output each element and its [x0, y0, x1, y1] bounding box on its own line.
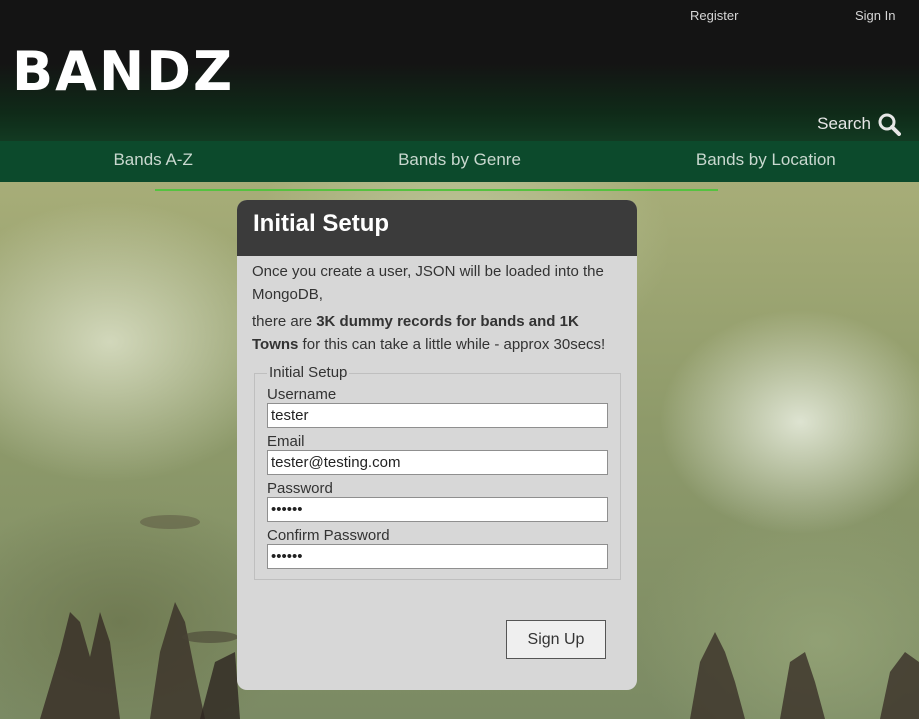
intro-text: Once you create a user, JSON will be loa…	[252, 263, 604, 303]
panel-header: Initial Setup	[237, 200, 637, 256]
email-field[interactable]: tester@testing.com	[267, 450, 608, 475]
initial-setup-panel: Initial Setup Once you create a user, JS…	[237, 200, 637, 690]
fieldset-legend: Initial Setup	[269, 364, 348, 381]
main-nav: Bands A-Z Bands by Genre Bands by Locati…	[0, 141, 919, 182]
confirm-password-field[interactable]: ••••••	[267, 544, 608, 569]
search-label: Search	[817, 114, 871, 133]
search-button[interactable]: Search	[817, 112, 901, 136]
note-prefix: there are	[252, 313, 317, 330]
username-label: Username	[267, 386, 337, 403]
note-suffix: for this can take a little while - appro…	[298, 336, 606, 353]
password-field[interactable]: ••••••	[267, 497, 608, 522]
nav-bands-by-genre[interactable]: Bands by Genre	[306, 141, 612, 182]
email-label: Email	[267, 433, 305, 450]
register-link[interactable]: Register	[690, 8, 738, 23]
sign-up-button[interactable]: Sign Up	[506, 620, 606, 659]
nav-bands-az[interactable]: Bands A-Z	[0, 141, 306, 182]
nav-bands-by-location[interactable]: Bands by Location	[613, 141, 919, 182]
password-label: Password	[267, 480, 333, 497]
setup-fieldset: Initial Setup Username tester Email test…	[254, 365, 621, 580]
username-field[interactable]: tester	[267, 403, 608, 428]
bandz-logo[interactable]: BANDZ	[12, 40, 234, 103]
site-header: BANDZ Register Sign In Search	[0, 0, 919, 141]
search-icon	[878, 113, 901, 136]
note-text: there are 3K dummy records for bands and…	[252, 310, 623, 356]
signin-link[interactable]: Sign In	[855, 8, 895, 23]
panel-title: Initial Setup	[253, 210, 390, 237]
panel-body: Once you create a user, JSON will be loa…	[237, 256, 637, 580]
confirm-password-label: Confirm Password	[267, 527, 390, 544]
nav-underline	[155, 189, 718, 191]
